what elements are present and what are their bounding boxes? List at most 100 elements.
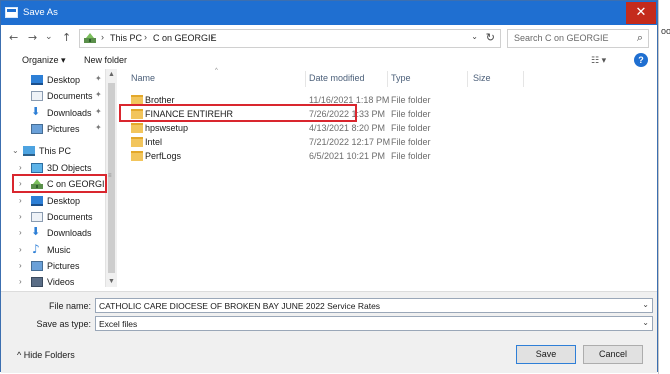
column-header-date-modified[interactable]: Date modified [309,73,365,83]
table-row[interactable]: Intel 7/21/2022 12:17 PM File folder [123,135,523,149]
file-name: Intel [145,137,163,147]
documents-icon [31,91,43,101]
breadcrumb-this-pc[interactable]: This PC [110,33,142,43]
file-date: 7/21/2022 12:17 PM [309,137,391,147]
sidebar-item-label: Documents [47,212,93,222]
title-bar: Save As ✕ [1,1,657,25]
pictures-icon [31,124,43,134]
this-pc-icon [23,146,35,156]
sidebar-item-quick-pictures[interactable]: Pictures ✦ [9,121,109,137]
sidebar-item-this-pc[interactable]: ⌄ This PC [9,143,109,159]
save-as-type-label: Save as type: [36,319,91,329]
collapsed-chevron-icon[interactable]: › [19,277,22,286]
file-type: File folder [391,95,431,105]
sidebar-item-pictures[interactable]: › Pictures [9,258,109,274]
file-date: 4/13/2021 8:20 PM [309,123,386,133]
column-divider[interactable] [387,71,388,87]
desktop-icon [31,196,43,206]
downloads-icon [31,105,43,118]
sidebar-item-documents[interactable]: › Documents [9,209,109,225]
sidebar-item-label: Videos [47,277,75,287]
pin-icon[interactable]: ✦ [95,90,102,99]
collapsed-chevron-icon[interactable]: › [19,196,22,205]
file-type: File folder [391,151,431,161]
pictures-icon [31,261,43,271]
desktop-icon [31,75,43,85]
sidebar-item-quick-documents[interactable]: Documents ✦ [9,88,109,104]
sidebar-item-label: 3D Objects [47,163,92,173]
column-divider[interactable] [305,71,306,87]
table-row[interactable]: hpswsetup 4/13/2021 8:20 PM File folder [123,121,523,135]
save-options-panel: File name: CATHOLIC CARE DIOCESE OF BROK… [1,291,657,373]
sidebar-item-label: Pictures [47,261,80,271]
sidebar-item-label: Music [47,245,71,255]
save-as-type-dropdown-chevron-icon[interactable]: ⌄ [642,318,649,327]
breadcrumb-separator: › [144,32,147,42]
music-icon [31,242,43,256]
hide-folders-button[interactable]: ^ Hide Folders [17,350,75,360]
organize-button[interactable]: Organize ▾ [22,55,66,66]
collapsed-chevron-icon[interactable]: › [19,163,22,172]
file-list: ^ Name Date modified Type Size Brother 1… [123,68,657,287]
expanded-chevron-icon[interactable]: ⌄ [12,146,19,155]
save-as-type-value: Excel files [99,319,138,329]
address-dropdown-chevron-icon[interactable]: ⌄ [471,32,478,41]
file-type: File folder [391,123,431,133]
scroll-up-arrow-icon[interactable]: ▲ [108,71,115,78]
folder-icon [131,123,143,133]
sidebar-item-label: Desktop [47,75,81,85]
change-view-icon[interactable]: ☷ ▾ [591,55,606,66]
column-header-name[interactable]: Name [131,73,155,83]
sidebar-item-videos[interactable]: › Videos [9,274,109,287]
pin-icon[interactable]: ✦ [95,74,102,83]
refresh-icon[interactable]: ↻ [486,31,495,44]
new-folder-button[interactable]: New folder [84,55,127,65]
documents-icon [31,212,43,222]
pin-icon[interactable]: ✦ [95,107,102,116]
file-name: hpswsetup [145,123,189,133]
save-button[interactable]: Save [516,345,576,364]
cancel-button[interactable]: Cancel [583,345,643,364]
sidebar-item-label: Documents [47,91,93,101]
search-input[interactable]: Search C on GEORGIE ⌕ [507,29,649,48]
network-drive-icon [84,33,96,43]
file-name-field[interactable]: CATHOLIC CARE DIOCESE OF BROKEN BAY JUNE… [95,298,653,313]
collapsed-chevron-icon[interactable]: › [19,228,22,237]
pin-icon[interactable]: ✦ [95,123,102,132]
column-header-size[interactable]: Size [473,73,491,83]
collapsed-chevron-icon[interactable]: › [19,245,22,254]
table-row[interactable]: PerfLogs 6/5/2021 10:21 PM File folder [123,149,523,163]
help-icon[interactable]: ? [634,53,648,67]
collapsed-chevron-icon[interactable]: › [19,212,22,221]
sidebar-item-downloads[interactable]: › Downloads [9,225,109,241]
sort-ascending-icon: ^ [215,68,218,74]
search-icon: ⌕ [636,31,643,44]
forward-arrow-icon[interactable]: → [28,31,37,44]
breadcrumb-c-on-georgie[interactable]: C on GEORGIE [153,33,217,43]
sidebar-item-desktop[interactable]: › Desktop [9,193,109,209]
column-divider[interactable] [467,71,468,87]
back-arrow-icon[interactable]: ← [9,31,18,44]
sidebar-item-quick-downloads[interactable]: Downloads ✦ [9,105,109,121]
command-bar: Organize ▾ New folder ☷ ▾ ? [1,53,657,69]
column-header-type[interactable]: Type [391,73,411,83]
file-name-dropdown-chevron-icon[interactable]: ⌄ [642,300,649,309]
address-row: ← → ⌄ ↑ › This PC › C on GEORGIE › ⌄ ↻ S… [1,25,657,53]
up-arrow-icon[interactable]: ↑ [62,31,71,44]
sidebar-item-label: Downloads [47,228,92,238]
collapsed-chevron-icon[interactable]: › [19,261,22,270]
file-name: PerfLogs [145,151,182,161]
save-as-type-select[interactable]: Excel files ⌄ [95,316,653,331]
save-as-dialog: Save As ✕ ← → ⌄ ↑ › This PC › C on GEORG… [0,0,658,373]
column-divider[interactable] [523,71,524,87]
recent-locations-chevron-icon[interactable]: ⌄ [45,32,53,42]
sidebar-item-label: Pictures [47,124,80,134]
sidebar-item-label: Desktop [47,196,81,206]
scroll-down-arrow-icon[interactable]: ▼ [108,278,115,285]
sidebar-item-quick-desktop[interactable]: Desktop ✦ [9,72,109,88]
breadcrumb-separator: › [101,32,104,42]
background-window-edge: oo [658,0,670,374]
sidebar-item-music[interactable]: › Music [9,242,109,258]
close-button[interactable]: ✕ [626,2,656,24]
address-bar[interactable]: › This PC › C on GEORGIE › ⌄ ↻ [79,29,501,48]
